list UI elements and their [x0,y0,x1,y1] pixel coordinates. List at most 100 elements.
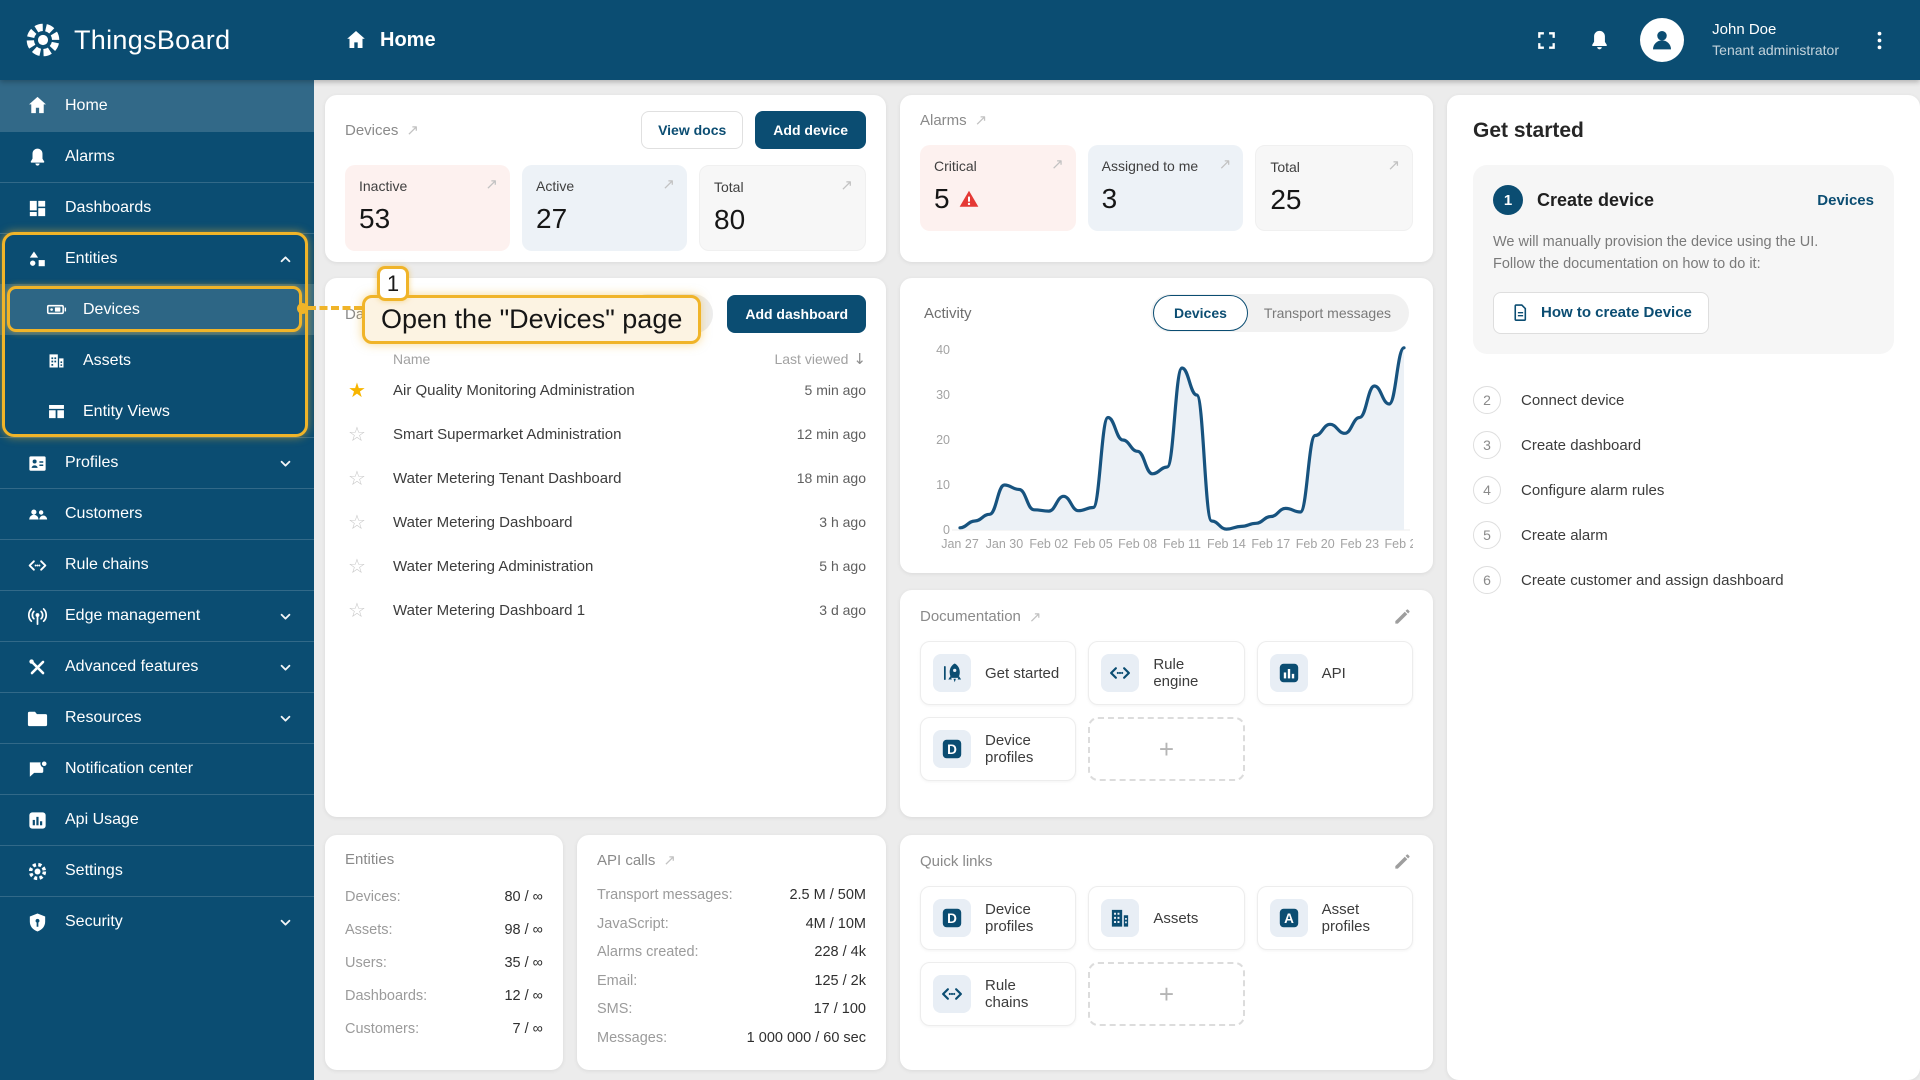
external-link-icon: ↗ [1028,607,1042,626]
dashboard-list-item[interactable]: ★ Air Quality Monitoring Administration 5 … [345,368,866,412]
sidebar-item-dashboards[interactable]: Dashboards [0,182,314,233]
resources-icon [26,707,49,730]
entities-label: Devices: [345,888,401,905]
brand-name: ThingsBoard [74,24,231,55]
link-tile-device-profiles[interactable]: Device profiles [920,886,1077,950]
notifications-bell-icon[interactable] [1587,28,1612,53]
add-tile-placeholder[interactable]: + [1088,717,1245,781]
dashboard-list-item[interactable]: ☆ Water Metering Dashboard 1 3 d ago [345,588,866,632]
brand-logo[interactable]: ThingsBoard [0,0,314,80]
sidebar-menu: Home Alarms Dashboards Entities Devices Asset… [0,80,314,947]
sidebar-item-customers[interactable]: Customers [0,488,314,539]
stat-value: 3 [1101,183,1118,214]
entities-row: Customers: 7 / ∞ [345,1012,543,1045]
star-filled-icon[interactable]: ★ [345,378,393,402]
get-started-step-3[interactable]: 3 Create dashboard [1473,423,1894,468]
get-started-step-4[interactable]: 4 Configure alarm rules [1473,468,1894,513]
stat-label: Assigned to me [1101,158,1199,174]
column-header-name[interactable]: Name [393,351,430,367]
link-tile-rule-engine[interactable]: Rule engine [1088,641,1245,705]
stat-label: Total [714,179,744,195]
dashboard-name: Air Quality Monitoring Administration [393,381,635,399]
stat-value: 53 [359,203,391,234]
alarms-icon [26,146,49,169]
get-started-step-2[interactable]: 2 Connect device [1473,378,1894,423]
add-dashboard-button[interactable]: Add dashboard [727,295,866,333]
get-started-step-6[interactable]: 6 Create customer and assign dashboard [1473,558,1894,603]
link-tile-asset-profiles[interactable]: Asset profiles [1256,886,1413,950]
devices-card-title[interactable]: Devices ↗ [345,121,419,139]
star-outline-icon[interactable]: ☆ [345,598,393,622]
step-label: Configure alarm rules [1521,481,1665,499]
stat-total[interactable]: Total ↗ 80 [699,165,866,251]
dashboard-list-item[interactable]: ☆ Smart Supermarket Administration 12 min … [345,412,866,456]
sidebar-item-alarms[interactable]: Alarms [0,131,314,182]
user-info[interactable]: John Doe Tenant administrator [1712,21,1839,59]
entities-row: Dashboards: 12 / ∞ [345,979,543,1012]
star-outline-icon[interactable]: ☆ [345,554,393,578]
api-calls-value: 125 / 2k [814,972,866,989]
how-to-create-device-button[interactable]: How to create Device [1493,291,1709,334]
entities-label: Assets: [345,921,393,938]
toggle-devices[interactable]: Devices [1152,295,1248,331]
letter-D-glyph [939,736,965,762]
link-tile-rule-chains[interactable]: Rule chains [920,962,1077,1026]
sort-desc-icon: ↓ [853,350,866,368]
sidebar-item-settings[interactable]: Settings [0,845,314,896]
breadcrumb[interactable]: Home [344,28,436,52]
link-tile-device-profiles[interactable]: Device profiles [920,717,1077,781]
sidebar-item-edge-management[interactable]: Edge management [0,590,314,641]
axis-tick-label: Feb 17 [1251,537,1290,551]
api-calls-row: Alarms created: 228 / 4k [597,938,866,967]
user-name: John Doe [1712,21,1777,39]
stat-assigned-to-me[interactable]: Assigned to me ↗ 3 [1087,145,1244,231]
view-docs-button[interactable]: View docs [641,111,744,149]
stat-inactive[interactable]: Inactive ↗ 53 [345,165,510,251]
sidebar-item-rule-chains[interactable]: Rule chains [0,539,314,590]
axis-tick-label: 40 [936,343,950,357]
api-calls-card-title[interactable]: API calls ↗ [597,851,866,869]
stat-critical[interactable]: Critical ↗ 5 [920,145,1076,231]
sidebar-item-resources[interactable]: Resources [0,692,314,743]
letter-A-glyph [1276,905,1302,931]
link-tile-get-started[interactable]: Get started [920,641,1077,705]
entities-label: Customers: [345,1020,420,1037]
column-header-last-viewed[interactable]: Last viewed ↓ [774,350,866,368]
stat-total[interactable]: Total ↗ 25 [1255,145,1414,231]
entities-label: Users: [345,954,387,971]
get-started-step-5[interactable]: 5 Create alarm [1473,513,1894,558]
letter-D-glyph [939,905,965,931]
alarms-card-title[interactable]: Alarms ↗ [920,111,987,129]
documentation-card-title[interactable]: Documentation ↗ [920,608,1041,626]
sidebar-item-notification-center[interactable]: Notification center [0,743,314,794]
stat-label: Inactive [359,178,408,194]
star-outline-icon[interactable]: ☆ [345,422,393,446]
toggle-transport-messages[interactable]: Transport messages [1248,305,1407,321]
dashboard-list-item[interactable]: ☆ Water Metering Tenant Dashboard 18 min a… [345,456,866,500]
sidebar-item-profiles[interactable]: Profiles [0,437,314,488]
home-icon [344,28,368,52]
link-tile-api[interactable]: API [1256,641,1413,705]
api-calls-value: 2.5 M / 50M [789,887,866,904]
sidebar-item-api-usage[interactable]: Api Usage [0,794,314,845]
star-outline-icon[interactable]: ☆ [345,510,393,534]
edit-pencil-icon[interactable] [1392,851,1413,872]
sidebar-item-security[interactable]: Security [0,896,314,947]
dashboard-list-item[interactable]: ☆ Water Metering Administration 5 h ago [345,544,866,588]
sidebar-item-home[interactable]: Home [0,80,314,131]
edit-pencil-icon[interactable] [1392,606,1413,627]
stat-active[interactable]: Active ↗ 27 [522,165,687,251]
add-device-button[interactable]: Add device [755,111,866,149]
devices-link[interactable]: Devices [1817,192,1874,209]
kebab-menu-icon[interactable] [1867,28,1892,53]
fullscreen-icon[interactable] [1534,28,1559,53]
add-tile-placeholder[interactable]: + [1088,962,1245,1026]
link-tile-assets[interactable]: Assets [1088,886,1245,950]
avatar[interactable] [1640,18,1685,62]
sidebar-item-advanced-features[interactable]: Advanced features [0,641,314,692]
tile-label: Get started [985,664,1060,682]
dashboards-icon [26,197,49,220]
axis-tick-label: 10 [936,478,950,492]
dashboard-list-item[interactable]: ☆ Water Metering Dashboard 3 h ago [345,500,866,544]
star-outline-icon[interactable]: ☆ [345,466,393,490]
